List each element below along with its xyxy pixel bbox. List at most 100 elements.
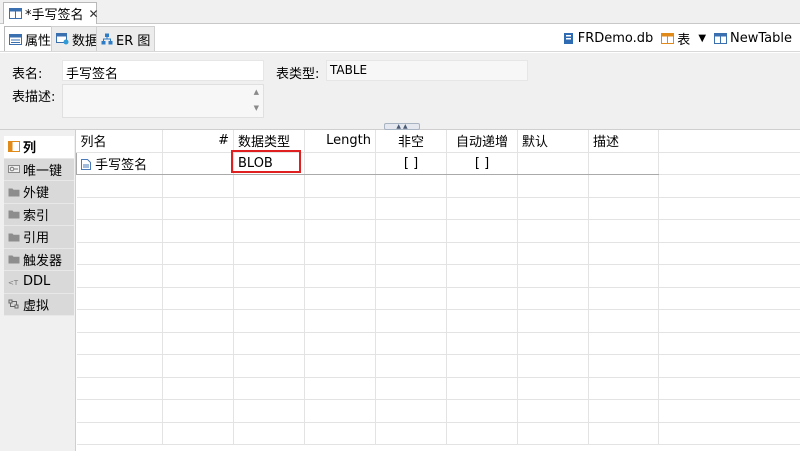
empty-cell	[517, 354, 589, 378]
empty-cell	[588, 219, 659, 243]
empty-cell	[76, 422, 163, 445]
empty-cell	[304, 197, 376, 220]
empty-row	[76, 264, 800, 288]
chevron-down-icon[interactable]: ▼	[698, 33, 706, 44]
side-item-ddl[interactable]: <T DDL	[4, 271, 74, 294]
editor-tab-strip: *手写签名 ✕	[0, 0, 800, 24]
empty-cell	[588, 332, 659, 355]
cell-description[interactable]	[588, 151, 659, 175]
empty-cell	[233, 399, 305, 423]
collapse-handle[interactable]: ▲ ▲	[384, 123, 420, 130]
empty-cell	[375, 399, 447, 423]
empty-cell	[658, 242, 800, 265]
empty-cell	[375, 354, 447, 378]
empty-cell	[658, 309, 800, 333]
editor-tab-title: *手写签名	[25, 8, 84, 23]
database-link[interactable]: FRDemo.db	[563, 31, 653, 46]
tab-properties-label: 属性	[25, 33, 52, 49]
tab-er-diagram[interactable]: ER 图	[96, 26, 156, 51]
empty-cell	[304, 174, 376, 198]
cell-index[interactable]	[162, 151, 234, 175]
object-type-link[interactable]: 表	[661, 29, 690, 48]
side-item-indexes[interactable]: 索引	[4, 203, 74, 226]
empty-cell	[233, 197, 305, 220]
column-header-length[interactable]: Length	[304, 130, 376, 153]
empty-cell	[517, 197, 589, 220]
empty-cell	[446, 174, 518, 198]
empty-cell	[375, 242, 447, 265]
cell-length[interactable]	[304, 151, 376, 175]
column-header-auto-increment[interactable]: 自动递增	[446, 130, 518, 153]
side-item-foreign-keys[interactable]: 外键	[4, 181, 74, 204]
empty-cell	[162, 332, 234, 355]
cell-data-type[interactable]: BLOB	[233, 151, 305, 175]
column-header-type[interactable]: 数据类型	[233, 130, 305, 153]
empty-cell	[233, 377, 305, 400]
column-header-not-null[interactable]: 非空	[375, 130, 447, 153]
empty-cell	[76, 219, 163, 243]
editor-toolbar: FRDemo.db 表 ▼ NewTable	[555, 28, 792, 48]
table-type-icon	[661, 32, 675, 44]
scroll-up-icon[interactable]: ▲	[254, 88, 259, 96]
empty-row	[76, 242, 800, 265]
ddl-icon: <T	[8, 279, 19, 287]
empty-cell	[375, 197, 447, 220]
empty-cell	[588, 174, 659, 198]
empty-cell	[375, 377, 447, 400]
table-type-field: TABLE	[326, 60, 528, 81]
side-item-unique-keys[interactable]: 唯一键	[4, 158, 74, 181]
empty-cell	[375, 287, 447, 310]
properties-panel: 表名: 手写签名 表类型: TABLE 表描述: ▲ ▼	[0, 53, 800, 127]
empty-cell	[517, 174, 589, 198]
column-header-description[interactable]: 描述	[588, 130, 659, 153]
close-icon[interactable]: ✕	[89, 7, 99, 21]
side-item-virtual[interactable]: 虚拟	[4, 293, 74, 316]
empty-cell	[375, 332, 447, 355]
empty-cell	[76, 174, 163, 198]
empty-cell	[375, 264, 447, 288]
scroll-down-icon[interactable]: ▼	[254, 104, 259, 112]
side-item-references[interactable]: 引用	[4, 226, 74, 249]
empty-cell	[658, 174, 800, 198]
column-header-index[interactable]: #	[162, 130, 234, 153]
empty-cell	[446, 242, 518, 265]
column-header-name[interactable]: 列名	[76, 130, 163, 153]
editor-tab-table[interactable]: *手写签名 ✕	[3, 2, 99, 24]
empty-cell	[304, 399, 376, 423]
empty-cell	[304, 219, 376, 243]
empty-row	[76, 197, 800, 220]
side-item-triggers[interactable]: 触发器	[4, 248, 74, 271]
empty-cell	[233, 309, 305, 333]
cell-auto-increment-checkbox[interactable]: [ ]	[446, 151, 518, 175]
empty-cell	[517, 287, 589, 310]
empty-cell	[76, 197, 163, 220]
side-item-label: 引用	[23, 231, 50, 247]
empty-cell	[588, 197, 659, 220]
empty-cell	[233, 242, 305, 265]
cell-name-text: 手写签名	[95, 157, 148, 173]
cell-name[interactable]: 手写签名	[76, 151, 163, 175]
table-desc-input[interactable]: ▲ ▼	[62, 84, 264, 118]
cell-not-null-checkbox[interactable]: [ ]	[375, 151, 447, 175]
cell-default[interactable]	[517, 151, 589, 175]
table-name-input[interactable]: 手写签名	[62, 60, 264, 82]
empty-cell	[588, 354, 659, 378]
empty-cell	[233, 422, 305, 445]
column-header-default[interactable]: 默认	[517, 130, 589, 153]
properties-icon	[9, 33, 22, 45]
side-item-columns[interactable]: 列	[4, 136, 74, 159]
empty-cell	[588, 264, 659, 288]
tab-properties[interactable]: 属性	[4, 26, 57, 51]
empty-cell	[446, 399, 518, 423]
empty-cell	[76, 242, 163, 265]
empty-cell	[162, 197, 234, 220]
empty-row	[76, 377, 800, 400]
data-icon	[56, 33, 69, 45]
columns-grid: 列名 # 数据类型 Length 非空 自动递增 默认 描述 手写签名 BLOB…	[75, 130, 800, 451]
empty-cell	[304, 332, 376, 355]
table-row[interactable]: 手写签名 BLOB [ ] [ ]	[76, 151, 800, 175]
empty-cell	[76, 332, 163, 355]
empty-cell	[162, 422, 234, 445]
empty-cell	[162, 242, 234, 265]
new-table-link[interactable]: NewTable	[714, 31, 792, 46]
